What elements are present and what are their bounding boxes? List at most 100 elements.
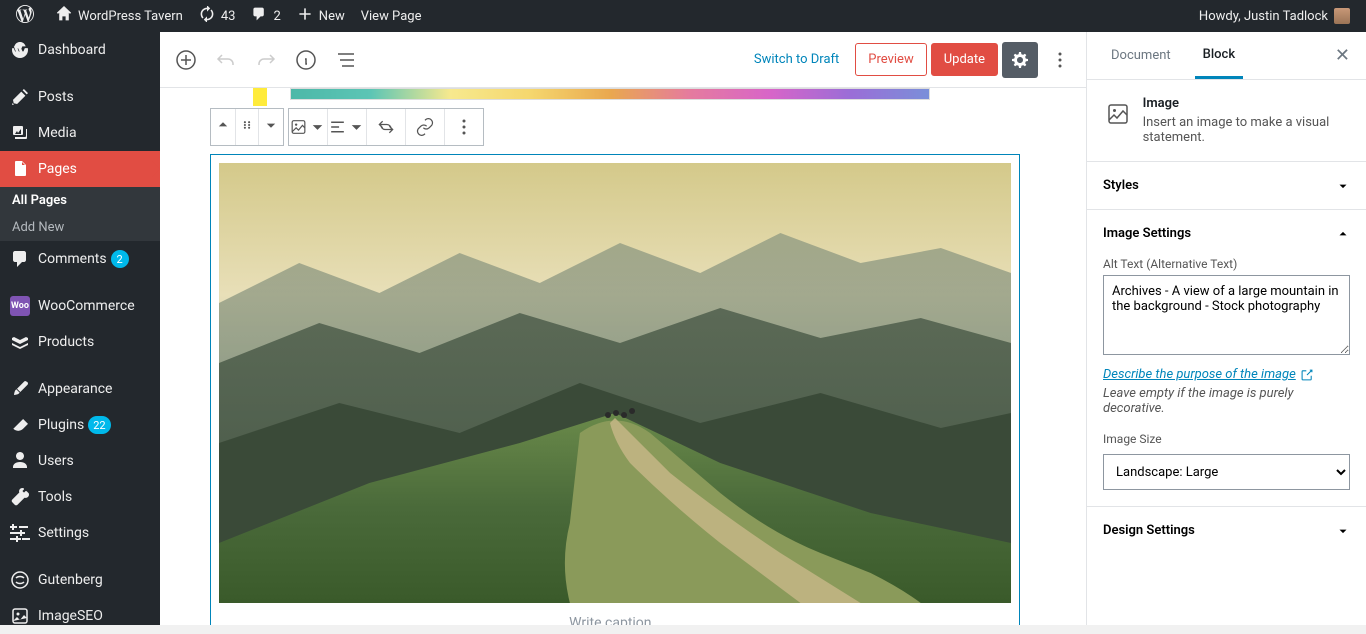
image-caption[interactable]: Write caption… (219, 607, 1011, 625)
view-page[interactable]: View Page (353, 0, 430, 32)
describe-purpose-link[interactable]: Describe the purpose of the image (1103, 367, 1314, 382)
inspector-panel: Document Block ✕ Image Insert an image t… (1086, 32, 1366, 625)
menu-settings[interactable]: Settings (0, 515, 160, 551)
submenu-add-new[interactable]: Add New (0, 214, 160, 241)
submenu-all-pages[interactable]: All Pages (0, 187, 160, 214)
alt-text-label: Alt Text (Alternative Text) (1103, 257, 1350, 271)
editor-header-right: Switch to Draft Preview Update (742, 42, 1078, 78)
menu-dashboard[interactable]: Dashboard (0, 32, 160, 68)
editor-canvas[interactable]: Write caption… (160, 88, 1086, 625)
image-size-label: Image Size (1103, 432, 1350, 446)
menu-users[interactable]: Users (0, 443, 160, 479)
new-content[interactable]: New (289, 0, 353, 32)
menu-pages[interactable]: Pages (0, 151, 160, 187)
media-icon (10, 123, 30, 143)
panel-design-settings-header[interactable]: Design Settings (1087, 507, 1366, 554)
block-toolbar (288, 108, 484, 146)
comments-icon (10, 249, 30, 269)
align-button[interactable] (328, 108, 366, 146)
menu-posts[interactable]: Posts (0, 79, 160, 115)
panel-image-settings-header[interactable]: Image Settings (1087, 210, 1366, 257)
plugins-badge: 22 (88, 416, 110, 434)
new-label: New (319, 9, 345, 24)
menu-plugins[interactable]: Plugins 22 (0, 407, 160, 443)
updates[interactable]: 43 (191, 0, 244, 32)
outline-button[interactable] (328, 42, 364, 78)
inspector-tabs: Document Block ✕ (1087, 32, 1366, 80)
admin-bar-right: Howdy, Justin Tadlock (1191, 0, 1358, 32)
block-toolbar-row (210, 108, 1036, 146)
drag-handle[interactable] (235, 109, 259, 145)
view-page-label: View Page (361, 9, 422, 24)
wp-logo[interactable] (8, 0, 48, 32)
main: Switch to Draft Preview Update (160, 32, 1366, 625)
menu-tools[interactable]: Tools (0, 479, 160, 515)
replace-button[interactable] (367, 108, 405, 146)
menu-gutenberg[interactable]: Gutenberg (0, 562, 160, 598)
block-card: Image Insert an image to make a visual s… (1087, 80, 1366, 161)
separator-block[interactable] (290, 88, 930, 100)
admin-sidebar: Dashboard Posts Media Pages All Pages Ad… (0, 32, 160, 625)
updates-count: 43 (221, 9, 236, 24)
block-mover (210, 108, 284, 146)
admin-bar-left: WordPress Tavern 43 2 New View Page (8, 0, 429, 32)
chevron-down-icon (1336, 179, 1350, 193)
submenu-pages: All Pages Add New (0, 187, 160, 241)
chevron-up-icon (1336, 227, 1350, 241)
menu-comments[interactable]: Comments 2 (0, 241, 160, 277)
comments[interactable]: 2 (243, 0, 288, 32)
comment-icon (251, 6, 267, 26)
imageseo-icon (10, 606, 30, 626)
selection-marker (253, 88, 267, 106)
menu-imageseo[interactable]: ImageSEO (0, 598, 160, 634)
image-size-select[interactable]: Landscape: Large (1103, 454, 1350, 490)
chevron-down-icon (1336, 524, 1350, 538)
info-button[interactable] (288, 42, 324, 78)
tab-document[interactable]: Document (1103, 32, 1179, 79)
dashboard-icon (10, 40, 30, 60)
panel-styles: Styles (1087, 161, 1366, 209)
block-more-button[interactable] (445, 108, 483, 146)
wrench-icon (10, 487, 30, 507)
block-card-desc: Insert an image to make a visual stateme… (1143, 115, 1350, 145)
howdy-label: Howdy, Justin Tadlock (1199, 9, 1328, 24)
move-down-button[interactable] (259, 109, 283, 145)
tab-block[interactable]: Block (1195, 32, 1243, 79)
menu-media[interactable]: Media (0, 115, 160, 151)
add-block-button[interactable] (168, 42, 204, 78)
panel-styles-header[interactable]: Styles (1087, 162, 1366, 209)
leave-empty-note: Leave empty if the image is purely decor… (1103, 386, 1350, 416)
preview-button[interactable]: Preview (855, 43, 926, 76)
menu-appearance[interactable]: Appearance (0, 371, 160, 407)
home-icon (56, 6, 72, 26)
block-type-button[interactable] (289, 108, 327, 146)
redo-button[interactable] (248, 42, 284, 78)
woocommerce-icon: Woo (10, 296, 30, 316)
alt-text-input[interactable] (1103, 275, 1350, 355)
plugin-icon (10, 415, 30, 435)
update-button[interactable]: Update (931, 43, 998, 76)
more-options-button[interactable] (1042, 42, 1078, 78)
link-button[interactable] (406, 108, 444, 146)
image-block-icon (1103, 96, 1133, 132)
switch-to-draft-button[interactable]: Switch to Draft (742, 44, 851, 75)
block-card-title: Image (1143, 96, 1350, 111)
external-link-icon (1300, 368, 1314, 382)
menu-woocommerce[interactable]: Woo WooCommerce (0, 288, 160, 324)
my-account[interactable]: Howdy, Justin Tadlock (1191, 0, 1358, 32)
settings-button[interactable] (1002, 42, 1038, 78)
undo-button[interactable] (208, 42, 244, 78)
move-up-button[interactable] (211, 109, 235, 145)
menu-products[interactable]: Products (0, 324, 160, 360)
editor-header-left (168, 42, 364, 78)
brush-icon (10, 379, 30, 399)
avatar (1334, 8, 1350, 24)
editor-area: Switch to Draft Preview Update (160, 32, 1086, 625)
pin-icon (10, 87, 30, 107)
site-name[interactable]: WordPress Tavern (48, 0, 191, 32)
site-name-text: WordPress Tavern (78, 9, 183, 24)
wordpress-icon (16, 5, 34, 27)
close-inspector-button[interactable]: ✕ (1335, 32, 1350, 79)
image-block[interactable]: Write caption… (210, 154, 1020, 625)
editor-header: Switch to Draft Preview Update (160, 32, 1086, 88)
